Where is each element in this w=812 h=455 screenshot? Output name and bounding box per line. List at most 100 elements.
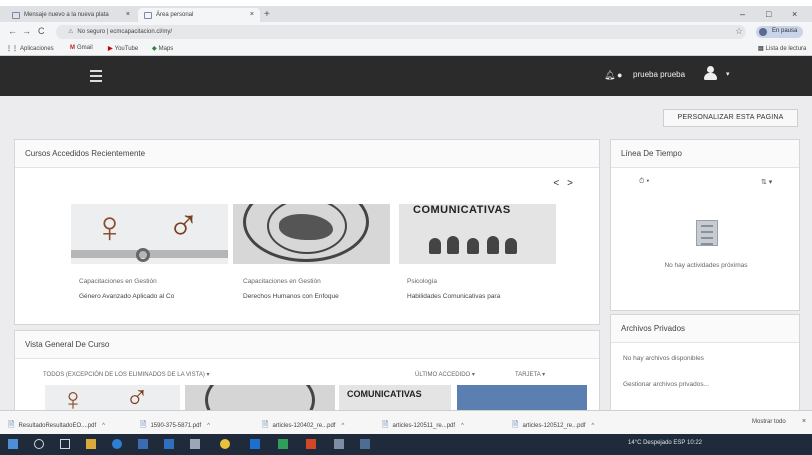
app-icon[interactable] <box>334 439 344 449</box>
course-image-human-rights[interactable] <box>233 204 390 264</box>
course-name[interactable]: Género Avanzado Aplicado al Co <box>79 289 229 304</box>
course-overview-block: Vista General De Curso TODOS (EXCEPCIÓN … <box>14 330 600 425</box>
site-header: 🔔︎ ● prueba prueba ▾ <box>0 56 812 96</box>
bookmark-label: Maps <box>158 46 174 52</box>
user-menu-caret-icon[interactable]: ▾ <box>726 70 730 78</box>
task-view-icon[interactable] <box>60 439 70 449</box>
menu-hamburger-icon[interactable] <box>90 70 102 85</box>
tab-close-icon[interactable]: × <box>250 11 254 18</box>
bookmark-gmail[interactable]: M Gmail <box>70 45 93 51</box>
course-category: Capacitaciones en Gestión <box>79 278 157 285</box>
avatar[interactable] <box>703 66 717 82</box>
recent-courses-block: Cursos Accedidos Recientemente <> ♀ ♂ CO… <box>14 139 600 325</box>
chevron-up-icon[interactable]: ^ <box>207 423 210 429</box>
powerpoint-icon[interactable] <box>306 439 316 449</box>
chevron-up-icon[interactable]: ^ <box>591 423 594 429</box>
female-symbol-icon: ♀ <box>93 204 126 252</box>
profile-button[interactable]: En pausa <box>756 26 804 38</box>
course-card-caption[interactable]: Psicología Habilidades Comunicativas par… <box>407 274 557 304</box>
warning-icon: ⚠ <box>68 29 74 35</box>
download-name: 1590-375-5871.pdf <box>150 423 202 429</box>
bookmark-apps[interactable]: ⋮⋮ Aplicaciones <box>6 45 54 52</box>
private-files-empty-text: No hay archivos disponibles <box>623 355 704 362</box>
bookmark-youtube[interactable]: ▶ YouTube <box>108 45 138 52</box>
system-tray[interactable]: 14°C Despejado ESP 10:22 <box>628 440 702 446</box>
download-item[interactable]: articles-120512_re...pdf ^ <box>512 419 594 433</box>
file-explorer-icon[interactable] <box>86 439 96 449</box>
close-window-button[interactable]: × <box>792 9 797 19</box>
excel-icon[interactable] <box>278 439 288 449</box>
carousel-prev-button[interactable]: < <box>553 178 567 189</box>
reload-button[interactable]: C <box>38 26 45 36</box>
timeline-filter-dropdown[interactable]: ⏱ ▾ <box>639 178 649 186</box>
bookmark-star-icon[interactable]: ☆ <box>735 26 743 37</box>
empty-calendar-icon <box>696 220 718 246</box>
chevron-up-icon[interactable]: ^ <box>341 423 344 429</box>
course-card-caption[interactable]: Capacitaciones en Gestión Derechos Human… <box>243 274 393 304</box>
download-item[interactable]: ResultadoResultadoEO....pdf ^ <box>8 419 105 433</box>
bookmark-label: Gmail <box>77 45 93 51</box>
back-button[interactable]: ← <box>8 26 17 36</box>
course-card-caption[interactable]: Capacitaciones en Gestión Género Avanzad… <box>79 274 229 304</box>
bookmark-maps[interactable]: ◆ Maps <box>152 45 173 52</box>
browser-tab[interactable]: Mensaje nuevo a la nueva plata × <box>6 8 136 22</box>
download-name: ResultadoResultadoEO....pdf <box>18 423 97 429</box>
male-symbol-icon: ♂ <box>167 204 200 250</box>
apps-grid-icon: ⋮⋮ <box>6 46 18 52</box>
maximize-button[interactable]: □ <box>766 9 771 19</box>
course-image-gender[interactable]: ♀ ♂ <box>71 204 228 264</box>
address-bar-row: ← → C ⚠ No seguro | ecmcapacitacion.cl/my… <box>0 22 812 42</box>
private-files-block: Archivos Privados No hay archivos dispon… <box>610 314 800 414</box>
search-icon[interactable] <box>34 439 44 449</box>
close-downloads-bar-button[interactable]: × <box>802 418 806 425</box>
reading-list[interactable]: ▤ Lista de lectura <box>758 45 806 52</box>
tab-close-icon[interactable]: × <box>126 11 130 18</box>
course-sort-dropdown[interactable]: ÚLTIMO ACCEDIDO ▾ <box>415 371 475 378</box>
carousel-nav: <> <box>553 178 581 189</box>
browser-tab-active[interactable]: Área personal × <box>138 8 260 22</box>
show-all-downloads-button[interactable]: Mostrar todo <box>752 419 786 425</box>
store-icon[interactable] <box>138 439 148 449</box>
gmail-icon: M <box>70 45 75 51</box>
windows-start-icon[interactable] <box>8 439 18 449</box>
edge-icon[interactable] <box>112 439 122 449</box>
url-input[interactable]: ⚠ No seguro | ecmcapacitacion.cl/my/ <box>56 25 746 39</box>
chevron-up-icon[interactable]: ^ <box>102 423 105 429</box>
timeline-empty-text: No hay actividades próximas <box>664 262 748 269</box>
block-title: Línea De Tiempo <box>611 140 799 168</box>
main-content: PERSONALIZAR ESTA PAGINA Cursos Accedido… <box>0 96 812 425</box>
minimize-button[interactable]: – <box>740 9 745 19</box>
download-name: articles-120511_re...pdf <box>392 423 456 429</box>
chrome-icon[interactable] <box>220 439 230 449</box>
personalize-page-button[interactable]: PERSONALIZAR ESTA PAGINA <box>663 109 798 127</box>
manage-private-files-link[interactable]: Gestionar archivos privados... <box>623 381 709 388</box>
carousel-next-button[interactable]: > <box>567 178 581 189</box>
timeline-sort-dropdown[interactable]: ⇅ ▾ <box>761 178 772 186</box>
download-name: articles-120512_re...pdf <box>522 423 586 429</box>
download-item[interactable]: 1590-375-5871.pdf ^ <box>140 419 210 433</box>
user-name[interactable]: prueba prueba <box>633 70 685 79</box>
app-icon[interactable] <box>360 439 370 449</box>
bell-icon[interactable]: 🔔︎ <box>604 70 615 81</box>
download-item[interactable]: articles-120511_re...pdf ^ <box>382 419 464 433</box>
browser-tab-bar: Mensaje nuevo a la nueva plata × Área pe… <box>0 6 812 22</box>
settings-gear-icon[interactable] <box>190 439 200 449</box>
mail-app-icon[interactable] <box>164 439 174 449</box>
reading-list-icon: ▤ <box>758 46 764 52</box>
course-category: Psicología <box>407 278 437 285</box>
course-filter-dropdown[interactable]: TODOS (EXCEPCIÓN DE LOS ELIMINADOS DE LA… <box>43 371 210 378</box>
chevron-up-icon[interactable]: ^ <box>461 423 464 429</box>
bookmarks-bar: ⋮⋮ Aplicaciones M Gmail ▶ YouTube ◆ Maps ▤ Li… <box>0 42 812 56</box>
course-name[interactable]: Habilidades Comunicativas para <box>407 289 557 304</box>
new-tab-button[interactable]: + <box>264 9 270 20</box>
block-title: Cursos Accedidos Recientemente <box>15 140 599 168</box>
course-image-communication[interactable]: COMUNICATIVAS <box>399 204 556 264</box>
course-name[interactable]: Derechos Humanos con Enfoque <box>243 289 393 304</box>
word-icon[interactable] <box>250 439 260 449</box>
chat-icon[interactable]: ● <box>617 70 622 80</box>
download-item[interactable]: articles-120402_re...pdf ^ <box>262 419 344 433</box>
reading-list-label: Lista de lectura <box>765 46 807 52</box>
forward-button[interactable]: → <box>22 26 31 36</box>
url-text: ecmcapacitacion.cl/my/ <box>109 29 173 35</box>
course-view-dropdown[interactable]: TARJETA ▾ <box>515 371 545 378</box>
